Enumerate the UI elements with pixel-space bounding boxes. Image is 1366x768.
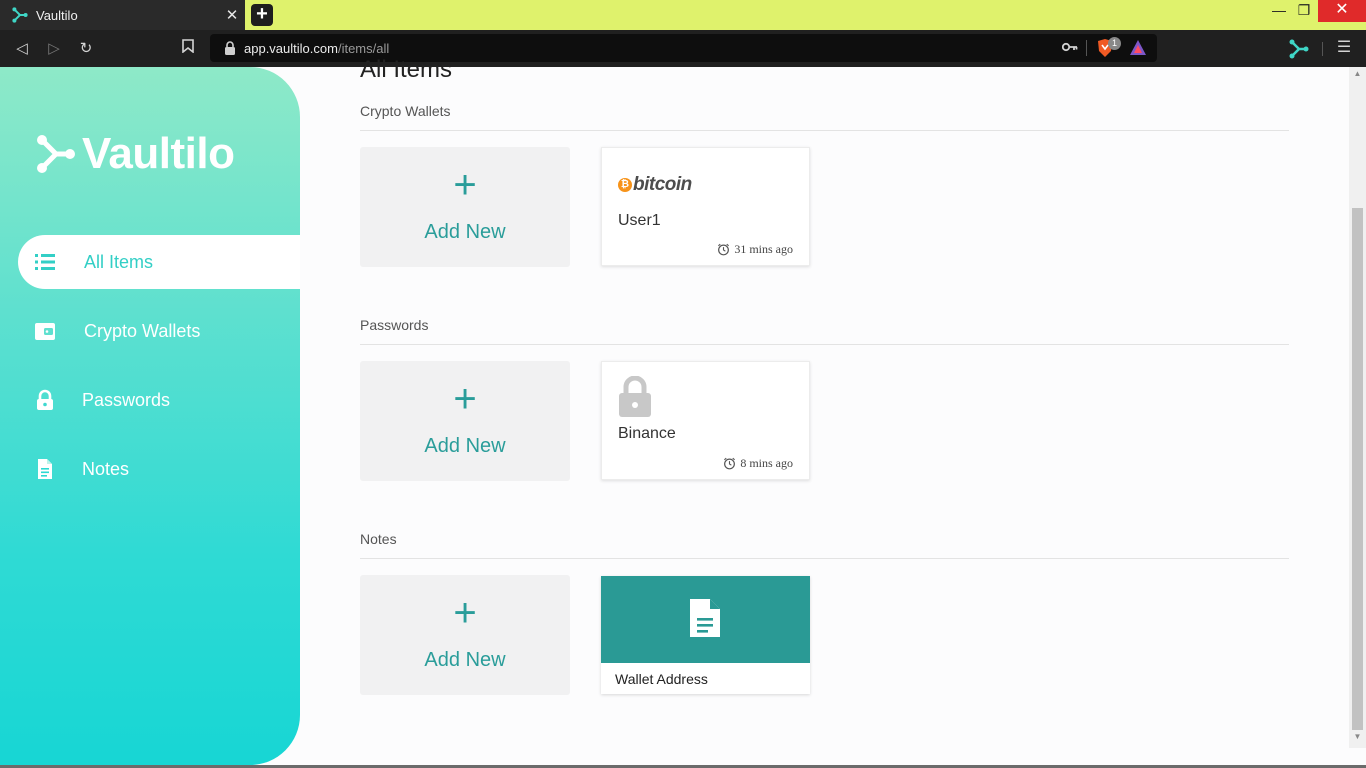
add-note-button[interactable]: + Add New (360, 575, 570, 695)
item-timestamp: 8 mins ago (723, 456, 793, 471)
lock-icon (37, 389, 53, 410)
page-title: All Items (360, 56, 453, 80)
time-ago: 8 mins ago (740, 456, 793, 470)
url-domain: app.vaultilo.com (244, 41, 338, 56)
scroll-down-arrow-icon[interactable]: ▼ (1352, 732, 1363, 744)
scrollbar-thumb[interactable] (1352, 208, 1363, 730)
reload-button[interactable]: ↻ (76, 39, 96, 59)
vaultilo-favicon-icon (12, 7, 28, 23)
section-divider (360, 558, 1289, 559)
tab-close-icon[interactable]: ✕ (219, 6, 245, 24)
wallet-icon (35, 323, 55, 340)
lock-icon (225, 41, 235, 55)
vaultilo-extension-icon[interactable] (1289, 39, 1309, 59)
add-new-label: Add New (424, 649, 506, 671)
item-timestamp: 31 mins ago (717, 242, 793, 257)
time-ago: 31 mins ago (734, 242, 793, 256)
url-separator (1086, 40, 1087, 56)
tab-title: Vaultilo (36, 7, 78, 23)
bitcoin-logo: ₿ bitcoin (618, 174, 692, 196)
add-new-label: Add New (424, 221, 506, 243)
add-new-label: Add New (424, 435, 506, 457)
sidebar-item-crypto-wallets[interactable]: Crypto Wallets (18, 304, 300, 358)
vaultilo-logo-icon (37, 135, 75, 173)
sidebar-item-all-items[interactable]: All Items (18, 235, 300, 289)
section-title-notes: Notes (360, 531, 397, 547)
shield-count-badge: 1 (1108, 37, 1121, 50)
password-card-binance[interactable]: Binance 8 mins ago (601, 361, 810, 480)
section-title-passwords: Passwords (360, 317, 429, 333)
sidebar-item-label: Notes (82, 458, 130, 479)
note-card-wallet-address[interactable]: Wallet Address (601, 576, 810, 694)
alarm-clock-icon (718, 243, 730, 256)
add-password-button[interactable]: + Add New (360, 361, 570, 481)
item-name: Binance (618, 425, 676, 442)
item-name: User1 (618, 212, 661, 229)
bitcoin-coin-icon: ₿ (618, 178, 632, 192)
brave-rewards-icon[interactable] (1129, 39, 1147, 57)
address-bar[interactable]: app.vaultilo.com/items/all 1 (210, 34, 1157, 62)
section-divider (360, 344, 1289, 345)
forward-button[interactable]: ▷ (44, 39, 64, 59)
document-icon (690, 599, 720, 637)
plus-icon: + (453, 163, 477, 207)
vaultilo-logo[interactable]: Vaultilo (36, 129, 235, 179)
scroll-up-arrow-icon[interactable]: ▲ (1352, 69, 1363, 81)
toolbar-separator (1322, 42, 1323, 56)
sidebar-item-label: Crypto Wallets (84, 320, 201, 341)
lock-icon (619, 376, 651, 417)
plus-icon: + (453, 377, 477, 421)
back-button[interactable]: ◁ (12, 39, 32, 59)
list-icon (35, 254, 55, 270)
document-icon (38, 459, 52, 479)
new-tab-button[interactable]: + (251, 4, 273, 26)
section-title-crypto-wallets: Crypto Wallets (360, 103, 451, 119)
browser-tab[interactable]: Vaultilo ✕ (0, 0, 245, 30)
bookmark-button[interactable] (178, 39, 198, 59)
bookmark-icon (182, 39, 194, 54)
sidebar-item-passwords[interactable]: Passwords (18, 373, 300, 427)
sidebar-item-label: All Items (84, 251, 154, 272)
section-divider (360, 130, 1289, 131)
sidebar-item-label: Passwords (82, 389, 171, 410)
maximize-button[interactable]: ❐ (1288, 0, 1320, 22)
key-icon[interactable] (1062, 41, 1078, 53)
sidebar: Vaultilo All Items Crypto Wallets Passwo… (0, 67, 300, 765)
item-name: Wallet Address (615, 671, 708, 687)
bitcoin-wordmark: bitcoin (633, 174, 692, 195)
logo-text: Vaultilo (82, 129, 235, 178)
wallet-card-user1[interactable]: ₿ bitcoin User1 31 mins ago (601, 147, 810, 266)
browser-menu-button[interactable]: ☰ (1334, 38, 1354, 58)
note-banner (601, 576, 810, 663)
sidebar-item-notes[interactable]: Notes (18, 442, 300, 496)
add-wallet-button[interactable]: + Add New (360, 147, 570, 267)
browser-toolbar: ◁ ▷ ↻ app.vaultilo.com/items/all 1 ☰ (0, 30, 1366, 67)
browser-titlebar: Vaultilo ✕ + — ❐ ✕ (0, 0, 1366, 30)
alarm-clock-icon (724, 457, 736, 470)
close-window-button[interactable]: ✕ (1318, 0, 1366, 22)
plus-icon: + (453, 591, 477, 635)
